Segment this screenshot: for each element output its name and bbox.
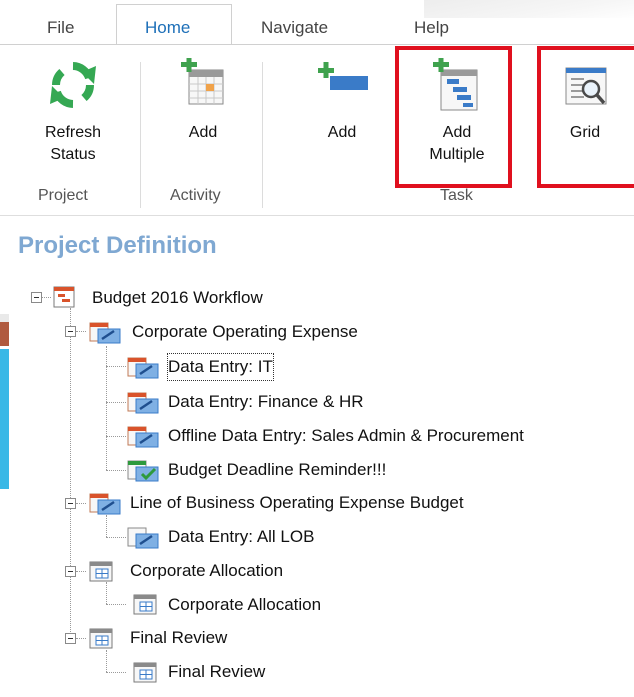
calendar-icon (89, 628, 113, 649)
tree-connector (106, 515, 107, 537)
tree-item-data-entry-all-lob[interactable]: Data Entry: All LOB (168, 524, 314, 550)
add-task-button[interactable]: Add (307, 58, 377, 144)
add-task-label: Add (327, 124, 357, 141)
tree-item-data-entry-it[interactable]: Data Entry: IT (167, 353, 274, 381)
tree-connector (106, 537, 126, 538)
collapse-toggle[interactable] (65, 566, 76, 577)
tree-item-corporate-allocation-child[interactable]: Corporate Allocation (168, 592, 321, 618)
tree-connector (76, 638, 86, 639)
refresh-status-button[interactable]: Refresh Status (30, 58, 116, 166)
tree-connector (106, 672, 126, 673)
group-label-task: Task (440, 187, 473, 204)
gutter-selection (0, 349, 9, 489)
data-entry-icon (127, 357, 159, 379)
tree-connector (106, 604, 126, 605)
group-label-project: Project (38, 187, 88, 204)
calendar-icon (133, 662, 157, 683)
add-activity-button[interactable]: Add (168, 58, 238, 144)
tree-item-offline-data-entry[interactable]: Offline Data Entry: Sales Admin & Procur… (168, 423, 524, 449)
data-entry-icon (127, 527, 159, 549)
calendar-icon (133, 594, 157, 615)
group-separator (262, 62, 263, 208)
data-entry-icon (127, 392, 159, 414)
tree-connector (76, 331, 86, 332)
group-separator (140, 62, 141, 208)
tab-strip-decoration (424, 0, 634, 18)
tree-connector (106, 366, 126, 367)
tree-item-lob-operating-expense[interactable]: Line of Business Operating Expense Budge… (130, 490, 464, 516)
tree-connector (70, 308, 71, 638)
collapse-toggle[interactable] (65, 633, 76, 644)
refresh-label-line2: Status (50, 146, 96, 163)
tree-item-budget-deadline-reminder[interactable]: Budget Deadline Reminder!!! (168, 457, 386, 483)
tree-item-corporate-allocation[interactable]: Corporate Allocation (130, 558, 283, 584)
collapse-toggle[interactable] (31, 292, 42, 303)
calendar-icon (89, 561, 113, 582)
tree-item-final-review-child[interactable]: Final Review (168, 659, 265, 685)
tree-item-final-review[interactable]: Final Review (130, 625, 227, 651)
task-group-icon (89, 493, 121, 515)
collapse-toggle[interactable] (65, 498, 76, 509)
highlight-add-multiple (395, 46, 512, 188)
project-icon (53, 286, 75, 308)
group-label-activity: Activity (170, 187, 221, 204)
tab-navigate[interactable]: Navigate (261, 18, 328, 38)
tab-file[interactable]: File (47, 18, 74, 38)
tree-connector (76, 503, 86, 504)
tree-connector (41, 297, 51, 298)
add-activity-icon (181, 58, 224, 105)
refresh-label-line1: Refresh (44, 124, 102, 141)
tab-home[interactable]: Home (145, 18, 190, 38)
tree-item-root[interactable]: Budget 2016 Workflow (92, 285, 263, 311)
refresh-icon (50, 62, 96, 108)
tree-connector (76, 571, 86, 572)
tree-connector (106, 582, 107, 604)
gutter-marker (0, 322, 9, 346)
panel-title: Project Definition (18, 232, 217, 259)
tree-connector (106, 650, 107, 672)
highlight-grid (537, 46, 634, 188)
add-activity-label: Add (188, 124, 218, 141)
tree-item-data-entry-finance[interactable]: Data Entry: Finance & HR (168, 389, 364, 415)
reminder-check-icon (127, 460, 159, 482)
collapse-toggle[interactable] (65, 326, 76, 337)
tree-connector (106, 470, 126, 471)
tree-item-corporate-operating-expense[interactable]: Corporate Operating Expense (132, 319, 358, 345)
task-group-icon (89, 322, 121, 344)
tree-connector (106, 346, 107, 470)
tree-connector (106, 436, 126, 437)
offline-entry-icon (127, 426, 159, 448)
tab-help[interactable]: Help (414, 18, 449, 38)
tree-connector (106, 402, 126, 403)
add-task-icon (318, 62, 368, 90)
